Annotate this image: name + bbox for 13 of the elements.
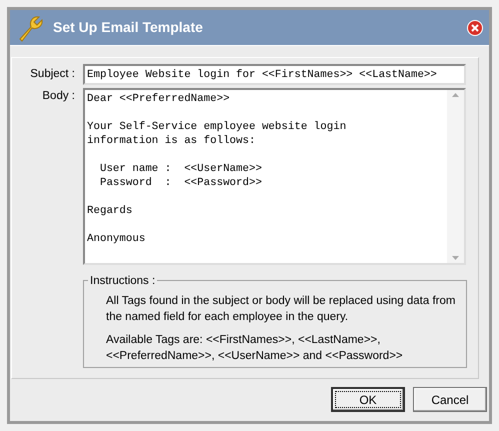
- close-icon[interactable]: [467, 20, 483, 36]
- body-label: Body :: [41, 88, 76, 104]
- scroll-up-icon[interactable]: [452, 92, 459, 97]
- scroll-down-icon[interactable]: [452, 256, 459, 260]
- window-title: Set Up Email Template: [53, 18, 204, 37]
- subject-label: Subject :: [29, 66, 76, 82]
- scrollbar[interactable]: [447, 90, 464, 263]
- subject-field[interactable]: Employee Website login for <<FirstNames>> <<LastName>>: [83, 64, 466, 85]
- body-field[interactable]: Dear <<PreferredName>> Your Self-Service employee website login information is as follows: User name : <<UserName>> Password : <<Password>> Regards Anonymous: [83, 88, 466, 265]
- instruction-text: All Tags found in the subject or body will be replaced using data from the named field for each employee in the query.: [106, 294, 456, 325]
- instruction-text: Available Tags are: <<FirstNames>>, <<LastName>>, <<PreferredName>>, <<UserName>> and <<Password>>: [106, 332, 404, 364]
- ok-button[interactable]: OK: [331, 387, 405, 412]
- cancel-button[interactable]: Cancel: [413, 387, 487, 412]
